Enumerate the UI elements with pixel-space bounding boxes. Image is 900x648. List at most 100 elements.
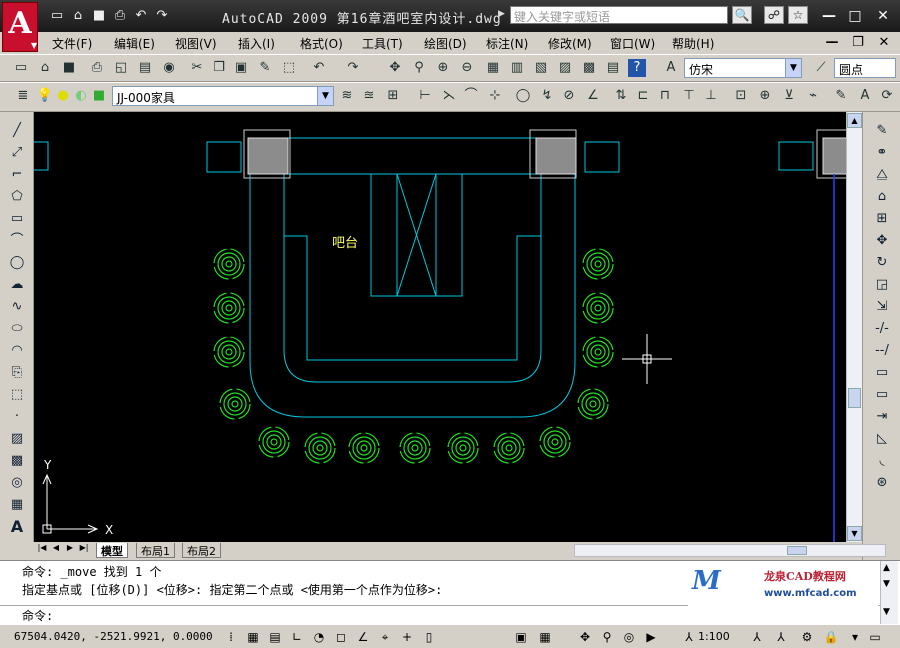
pan-icon[interactable]: ✥ [386, 59, 404, 77]
calculator-icon[interactable]: ▤ [604, 59, 622, 77]
scroll-down-icon[interactable]: ▼ [883, 607, 890, 617]
chevron-down-icon[interactable]: ▼ [317, 87, 333, 105]
layer-previous-icon[interactable]: ≊ [360, 87, 378, 105]
plot-icon[interactable]: ⎙ [88, 59, 106, 77]
jogged-linear-icon[interactable]: ⌁ [804, 87, 822, 105]
center-mark-icon[interactable]: ⊕ [756, 87, 774, 105]
menu-view[interactable]: 视图(V) [175, 35, 217, 52]
dynamic-ucs-icon[interactable]: ⌖ [376, 628, 394, 646]
drawing-canvas[interactable]: Y X 吧台 [34, 112, 846, 542]
layer-lock-icon[interactable]: ◐ [72, 87, 90, 105]
array-icon[interactable]: ⊞ [872, 210, 892, 228]
dim-style-select[interactable]: 圆点 [834, 58, 896, 78]
tab-next-icon[interactable]: ▶ [64, 543, 76, 552]
ellipse-arc-icon[interactable]: ◠ [7, 342, 27, 360]
spline-icon[interactable]: ∿ [7, 298, 27, 316]
save-icon[interactable]: ■ [90, 8, 108, 24]
explode-icon[interactable]: ⊛ [872, 474, 892, 492]
scroll-down-icon[interactable]: ▼ [883, 579, 890, 589]
linear-dim-icon[interactable]: ⊢ [416, 87, 434, 105]
open-icon[interactable]: ⌂ [36, 59, 54, 77]
text-style-select[interactable]: 仿宋 ▼ [684, 58, 802, 78]
stretch-icon[interactable]: ⇲ [872, 298, 892, 316]
hatch-icon[interactable]: ▨ [7, 430, 27, 448]
layer-thaw-sun-icon[interactable]: ● [54, 87, 72, 105]
model-space-icon[interactable]: ▣ [512, 628, 530, 646]
scroll-up-icon[interactable]: ▲ [883, 563, 890, 573]
close-button[interactable]: ✕ [874, 8, 892, 24]
ortho-mode-icon[interactable]: ∟ [288, 628, 306, 646]
extend-icon[interactable]: --/ [872, 342, 892, 360]
object-snap-icon[interactable]: ◻ [332, 628, 350, 646]
table-icon[interactable]: ▦ [7, 496, 27, 514]
tab-layout1[interactable]: 布局1 [136, 543, 175, 558]
undo-icon[interactable]: ↶ [132, 8, 150, 24]
menu-window[interactable]: 窗口(W) [610, 35, 655, 52]
communication-center-icon[interactable]: ☍ [764, 6, 784, 24]
layer-color-icon[interactable]: ■ [90, 87, 108, 105]
publish-icon[interactable]: ▤ [136, 59, 154, 77]
doc-minimize-button[interactable]: — [824, 35, 840, 50]
paste-icon[interactable]: ▣ [232, 59, 250, 77]
annotation-scale[interactable]: 1:100 [698, 630, 730, 643]
ellipse-icon[interactable]: ⬭ [7, 320, 27, 338]
dim-edit-icon[interactable]: ✎ [832, 87, 850, 105]
line-icon[interactable]: ╱ [7, 122, 27, 140]
construction-line-icon[interactable]: ⤢ [7, 144, 27, 162]
search-expand-icon[interactable]: ▶ [498, 9, 505, 19]
tab-model[interactable]: 模型 [96, 543, 128, 558]
open-file-icon[interactable]: ⌂ [69, 8, 87, 24]
menu-insert[interactable]: 插入(I) [238, 35, 275, 52]
scroll-up-icon[interactable]: ▲ [847, 113, 862, 128]
join-icon[interactable]: ⇥ [872, 408, 892, 426]
horizontal-scrollbar[interactable] [574, 544, 886, 557]
polygon-icon[interactable]: ⬠ [7, 188, 27, 206]
angular-dim-icon[interactable]: ∠ [584, 87, 602, 105]
trim-icon[interactable]: -/- [872, 320, 892, 338]
menu-tools[interactable]: 工具(T) [362, 35, 403, 52]
make-block-icon[interactable]: ⬚ [7, 386, 27, 404]
design-center-icon[interactable]: ▥ [508, 59, 526, 77]
vertical-scroll-thumb[interactable] [848, 388, 861, 408]
annotation-visibility-icon[interactable]: ⅄ [748, 628, 766, 646]
vertical-scrollbar[interactable]: ▲ ▼ [846, 112, 862, 542]
steering-wheel-icon[interactable]: ◎ [620, 628, 638, 646]
circle-icon[interactable]: ◯ [7, 254, 27, 272]
baseline-dim-icon[interactable]: ⊏ [634, 87, 652, 105]
layout-icon[interactable]: ▦ [536, 628, 554, 646]
dim-style-icon[interactable]: ⟋ [812, 59, 830, 77]
horizontal-scroll-thumb[interactable] [787, 546, 807, 555]
polar-tracking-icon[interactable]: ◔ [310, 628, 328, 646]
dim-update-icon[interactable]: ⟳ [878, 87, 896, 105]
favorites-star-icon[interactable]: ☆ [788, 6, 808, 24]
fillet-icon[interactable]: ◟ [872, 452, 892, 470]
application-menu-button[interactable]: A ▼ [2, 2, 38, 52]
scroll-down-icon[interactable]: ▼ [847, 526, 862, 541]
dim-space-icon[interactable]: ⊤ [680, 87, 698, 105]
radius-dim-icon[interactable]: ◯ [514, 87, 532, 105]
zoom-icon[interactable]: ⚲ [598, 628, 616, 646]
rectangle-icon[interactable]: ▭ [7, 210, 27, 228]
make-current-layer-icon[interactable]: ≋ [338, 87, 356, 105]
infer-constraints-icon[interactable]: ⁞ [222, 628, 240, 646]
properties-icon[interactable]: ▦ [484, 59, 502, 77]
help-search-input[interactable]: 键入关键字或短语 [510, 6, 728, 24]
object-snap-tracking-icon[interactable]: ∠ [354, 628, 372, 646]
help-icon[interactable]: ? [628, 59, 646, 77]
quick-dim-icon[interactable]: ⇅ [612, 87, 630, 105]
menu-help[interactable]: 帮助(H) [672, 35, 714, 52]
markup-icon[interactable]: ▩ [580, 59, 598, 77]
print-icon[interactable]: ⎙ [111, 8, 129, 24]
menu-dimension[interactable]: 标注(N) [486, 35, 528, 52]
revision-cloud-icon[interactable]: ☁ [7, 276, 27, 294]
plot-preview-icon[interactable]: ◱ [112, 59, 130, 77]
arc-icon[interactable]: ⌒ [7, 232, 27, 250]
continue-dim-icon[interactable]: ⊓ [656, 87, 674, 105]
scale-icon[interactable]: ◲ [872, 276, 892, 294]
doc-restore-button[interactable]: ❐ [850, 35, 866, 50]
region-icon[interactable]: ◎ [7, 474, 27, 492]
point-icon[interactable]: · [7, 408, 27, 426]
search-icon[interactable]: 🔍 [732, 6, 752, 24]
3d-dwf-icon[interactable]: ◉ [160, 59, 178, 77]
layer-on-bulb-icon[interactable]: 💡 [36, 87, 54, 105]
